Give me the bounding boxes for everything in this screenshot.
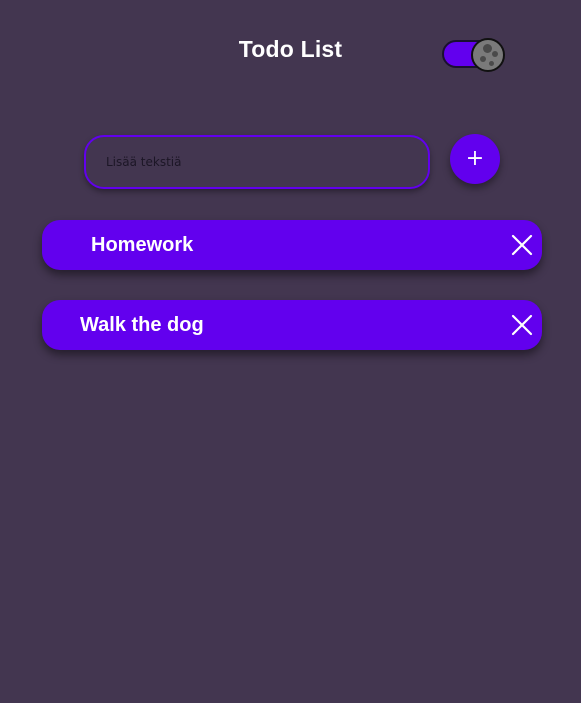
todo-item: Walk the dog — [42, 300, 542, 350]
moon-icon — [471, 38, 505, 72]
close-icon[interactable] — [510, 233, 534, 257]
dark-mode-toggle[interactable] — [442, 38, 506, 72]
todo-app: Todo List + Homework Walk the dog — [0, 0, 581, 703]
todo-item-text: Walk the dog — [80, 314, 204, 336]
todo-item-text: Homework — [91, 234, 194, 256]
todo-item: Homework — [42, 220, 542, 270]
add-todo-button[interactable]: + — [450, 134, 500, 184]
todo-text-input[interactable] — [84, 135, 430, 189]
close-icon[interactable] — [510, 313, 534, 337]
